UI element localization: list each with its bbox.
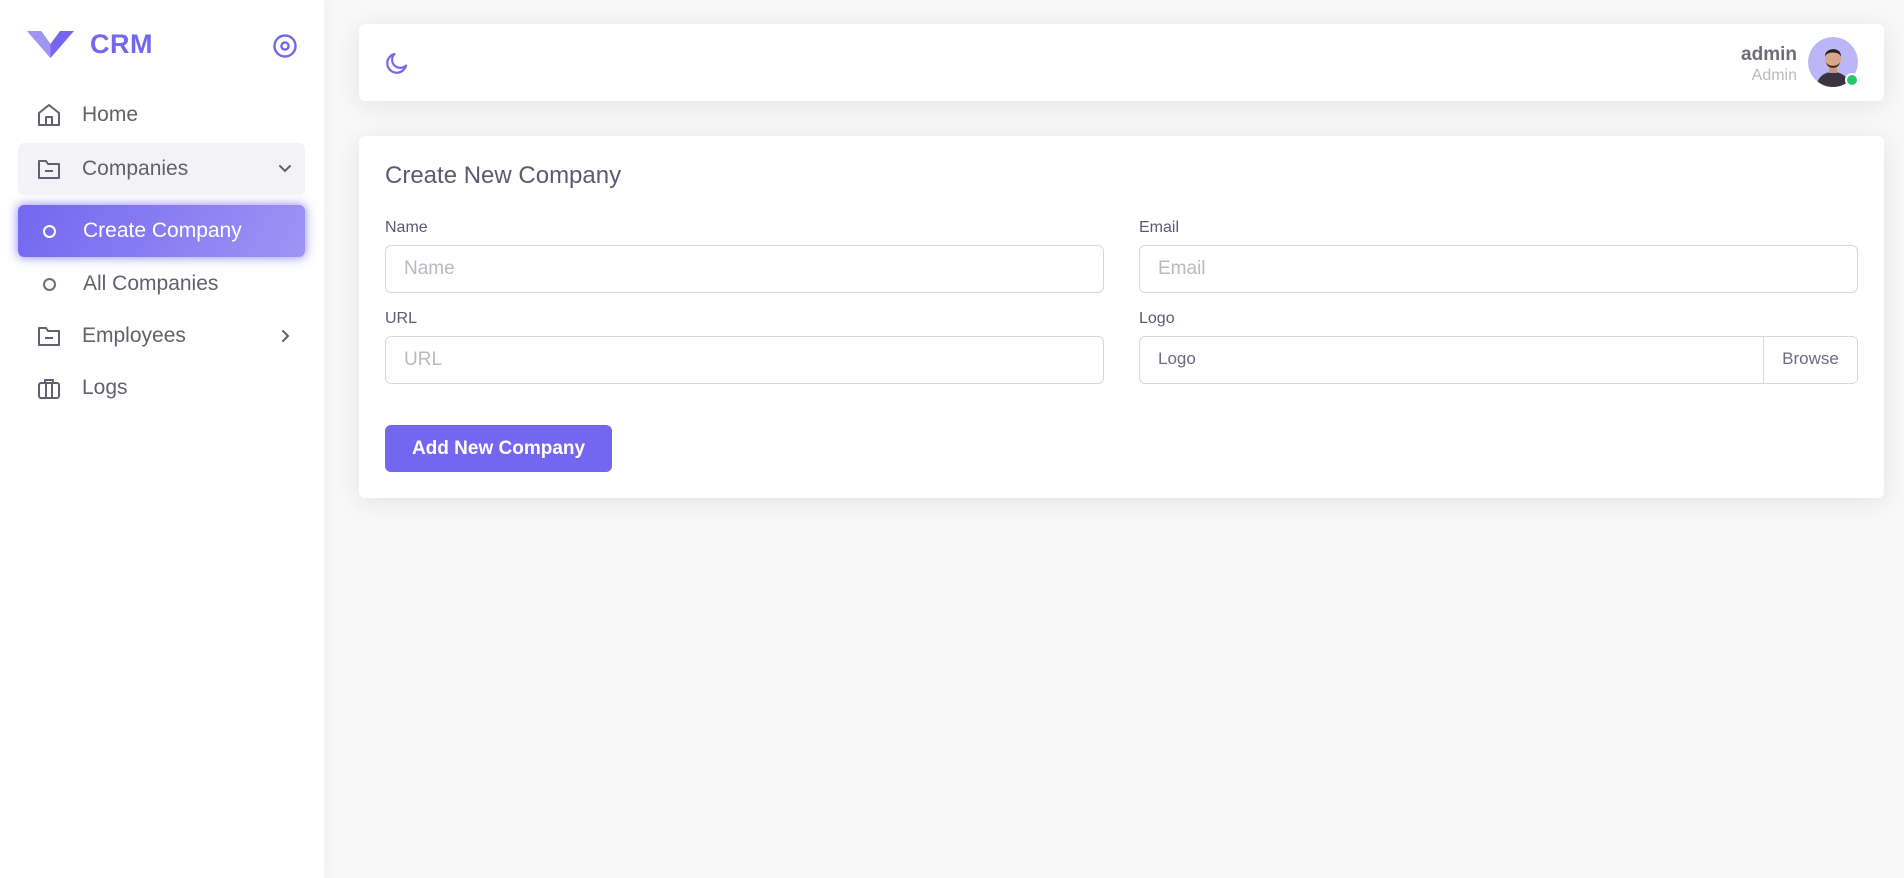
chevron-right-icon [282, 330, 290, 342]
chevron-down-icon [279, 165, 291, 173]
sidebar-item-employees[interactable]: Employees [18, 310, 305, 362]
avatar[interactable] [1808, 37, 1859, 87]
name-field-group: Name [385, 218, 1104, 293]
circle-icon [43, 224, 56, 238]
url-input[interactable] [385, 336, 1104, 384]
sidebar-item-companies[interactable]: Companies [18, 143, 305, 195]
brand-name: CRM [90, 28, 153, 59]
brand[interactable]: CRM [27, 28, 153, 60]
url-label: URL [385, 310, 418, 327]
logo-file-text: Logo [1158, 349, 1196, 368]
url-field-group: URL [385, 309, 1104, 384]
logo-label: Logo [1139, 310, 1175, 327]
folder-icon [38, 327, 60, 346]
create-company-card: Create New Company Name Email URL Logo L… [359, 136, 1884, 498]
sidebar-nav: Home Companies Create Company All Compan… [18, 89, 305, 414]
browse-button[interactable]: Browse [1763, 337, 1857, 383]
email-input[interactable] [1139, 245, 1858, 293]
sidebar-item-label: Create Company [83, 219, 242, 242]
add-new-company-button[interactable]: Add New Company [385, 425, 612, 472]
sidebar-item-label: Logs [82, 376, 128, 399]
sidebar: CRM Home Companies Create Company All Co… [0, 0, 324, 878]
logo-file-input[interactable]: Logo Browse [1139, 336, 1858, 384]
top-navbar: admin Admin [359, 24, 1884, 101]
moon-icon[interactable] [384, 50, 410, 76]
logo-field-group: Logo Logo Browse [1139, 309, 1858, 384]
name-label: Name [385, 219, 428, 236]
name-input[interactable] [385, 245, 1104, 293]
sidebar-item-label: Home [82, 103, 139, 126]
page-title: Create New Company [385, 162, 622, 189]
sidebar-item-home[interactable]: Home [18, 89, 305, 141]
sidebar-item-label: All Companies [83, 272, 219, 295]
user-name: admin [1741, 44, 1797, 65]
sidebar-item-create-company[interactable]: Create Company [18, 205, 305, 257]
circle-icon [43, 277, 56, 291]
briefcase-icon [38, 379, 60, 399]
home-icon [38, 104, 60, 126]
sidebar-item-label: Employees [82, 324, 186, 347]
email-field-group: Email [1139, 218, 1858, 293]
folder-icon [38, 160, 60, 179]
email-label: Email [1139, 219, 1180, 236]
sidebar-item-label: Companies [82, 157, 189, 180]
brand-logo-icon [27, 31, 74, 58]
sidebar-item-logs[interactable]: Logs [18, 362, 305, 414]
online-status-badge [1845, 73, 1859, 87]
toggle-sidebar-icon[interactable] [272, 33, 298, 59]
user-role: Admin [1751, 67, 1797, 84]
user-info[interactable]: admin Admin [1741, 44, 1797, 86]
sidebar-item-all-companies[interactable]: All Companies [18, 258, 305, 310]
